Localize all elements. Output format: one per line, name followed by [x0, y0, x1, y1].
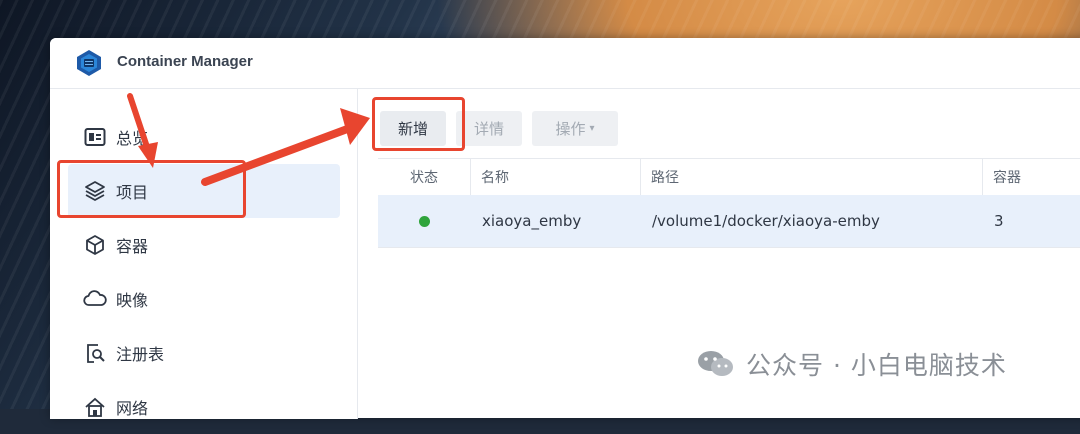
sidebar-item-label: 项目 — [116, 183, 149, 202]
sidebar: 总览 项目 容器 映像 注册表 网络 — [50, 89, 358, 419]
containers-cell: 3 — [994, 212, 1004, 230]
create-button[interactable]: 新增 — [380, 111, 446, 146]
sidebar-item-registry[interactable]: 注册表 — [68, 326, 340, 380]
running-status-icon — [418, 215, 430, 227]
sidebar-item-label: 映像 — [116, 291, 149, 310]
container-manager-icon — [77, 50, 101, 76]
path-cell: /volume1/docker/xiaoya-emby — [652, 212, 880, 230]
sidebar-item-label: 注册表 — [116, 345, 165, 364]
app-title: Container Manager — [117, 53, 253, 70]
actions-label: 操作 — [555, 120, 586, 138]
chevron-down-icon: ▾ — [589, 123, 595, 134]
watermark: 公众号 · 小白电脑技术 — [696, 346, 1007, 382]
home-network-icon — [82, 394, 108, 420]
sidebar-item-containers[interactable]: 容器 — [68, 218, 340, 272]
wechat-icon — [698, 351, 733, 376]
title-bar: Container Manager — [50, 38, 1080, 89]
sidebar-item-network[interactable]: 网络 — [68, 380, 340, 434]
sidebar-item-projects[interactable]: 项目 — [68, 164, 340, 218]
cloud-icon — [82, 286, 108, 312]
actions-dropdown[interactable]: 操作 ▾ — [532, 111, 618, 146]
cube-icon — [82, 232, 108, 258]
watermark-text: 公众号 · 小白电脑技术 — [746, 351, 1007, 380]
registry-search-icon — [82, 340, 108, 366]
sidebar-item-label: 总览 — [116, 129, 149, 148]
table-row[interactable]: xiaoya_emby /volume1/docker/xiaoya-emby … — [378, 195, 1080, 248]
table-header: 状态 名称 路径 容器 — [378, 158, 1080, 196]
column-header-containers[interactable]: 容器 — [982, 159, 1080, 195]
name-cell: xiaoya_emby — [482, 212, 582, 230]
details-button[interactable]: 详情 — [456, 111, 522, 146]
sidebar-item-label: 容器 — [116, 237, 149, 256]
column-header-path[interactable]: 路径 — [640, 159, 982, 195]
column-header-status[interactable]: 状态 — [378, 159, 470, 195]
sidebar-item-overview[interactable]: 总览 — [68, 110, 340, 164]
overview-icon — [82, 124, 108, 150]
column-header-name[interactable]: 名称 — [470, 159, 640, 195]
sidebar-item-images[interactable]: 映像 — [68, 272, 340, 326]
layers-icon — [82, 178, 108, 204]
status-cell — [378, 195, 470, 247]
sidebar-item-label: 网络 — [116, 399, 149, 418]
